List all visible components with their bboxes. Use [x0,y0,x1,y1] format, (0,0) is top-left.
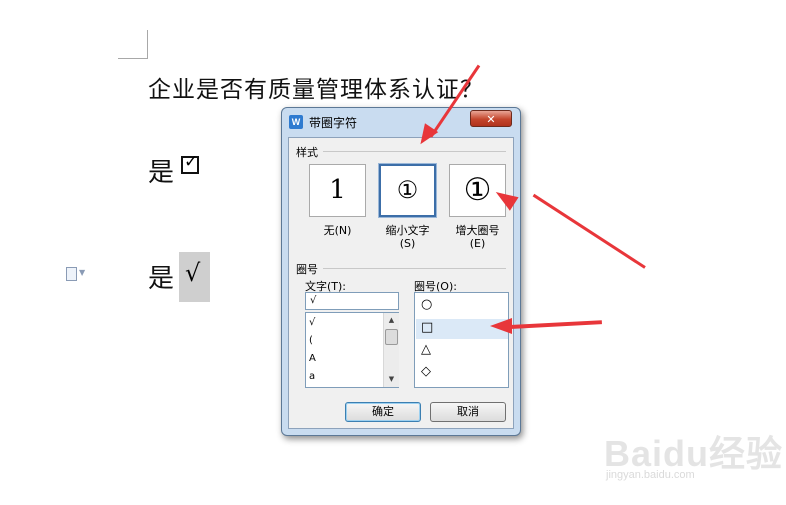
chevron-down-icon[interactable]: ▼ [79,268,85,277]
list-item[interactable]: ( [309,335,313,346]
style-shrink-text-option[interactable]: ① [378,163,437,218]
style-none-option[interactable]: 1 [309,164,366,217]
annotation-arrow [532,193,646,269]
text-list-scrollbar[interactable]: ▲ ▼ [383,313,399,387]
arrow-head-icon [490,318,512,334]
answer-yes-text-2: 是 [148,264,175,294]
style-shrink-label: 缩小文字 [385,224,430,237]
dialog-title: 带圈字符 [309,116,358,130]
style-group-label: 样式 [296,146,318,159]
style-shrink-hotkey: (S) [399,237,416,250]
question-text: 企业是否有质量管理体系认证？ [148,77,484,103]
text-listbox[interactable]: √ ( A a ▲ ▼ [305,312,399,388]
circle-shape-item[interactable]: ○ [421,297,432,312]
triangle-shape-item[interactable]: △ [421,342,431,357]
cancel-button[interactable]: 取消 [430,402,506,422]
annotation-arrow [509,320,602,329]
shape-listbox[interactable]: ○ □ △ ◇ [414,292,509,388]
document-icon[interactable] [66,267,77,281]
ok-button[interactable]: 确定 [345,402,421,422]
checkmark-icon: ✓ [184,152,199,172]
dialog-titlebar[interactable]: W 带圈字符 ✕ [282,108,520,135]
wps-app-icon: W [289,115,303,129]
scroll-down-icon[interactable]: ▼ [385,373,398,385]
diamond-shape-item[interactable]: ◇ [421,364,431,379]
close-button[interactable]: ✕ [470,110,512,127]
divider [323,268,506,269]
enclose-characters-dialog: W 带圈字符 ✕ 样式 1 ① ① 无(N) 缩小文字 (S) 增大圈号 (E)… [281,107,521,436]
page-corner-mark [147,30,148,59]
list-item[interactable]: a [309,371,315,382]
square-shape-item[interactable]: □ [421,320,433,335]
circle-group-label: 圈号 [296,263,318,276]
divider [323,151,506,152]
text-input[interactable]: √ [305,292,399,310]
selected-checkmark[interactable]: √ [179,252,210,302]
checkbox-checked[interactable]: ✓ [181,152,199,174]
list-item[interactable]: √ [309,317,315,328]
dialog-body: 样式 1 ① ① 无(N) 缩小文字 (S) 增大圈号 (E) 圈号 文字(T)… [288,137,514,429]
watermark-url: jingyan.baidu.com [606,469,695,481]
style-enlarge-label: 增大圈号 [455,224,500,237]
page-corner-mark [118,58,148,59]
list-item[interactable]: A [309,353,316,364]
scroll-thumb[interactable] [385,329,398,345]
scroll-up-icon[interactable]: ▲ [385,314,398,326]
style-none-label: 无(N) [323,224,352,237]
answer-yes-text: 是 [148,158,175,188]
style-enlarge-hotkey: (E) [469,237,486,250]
